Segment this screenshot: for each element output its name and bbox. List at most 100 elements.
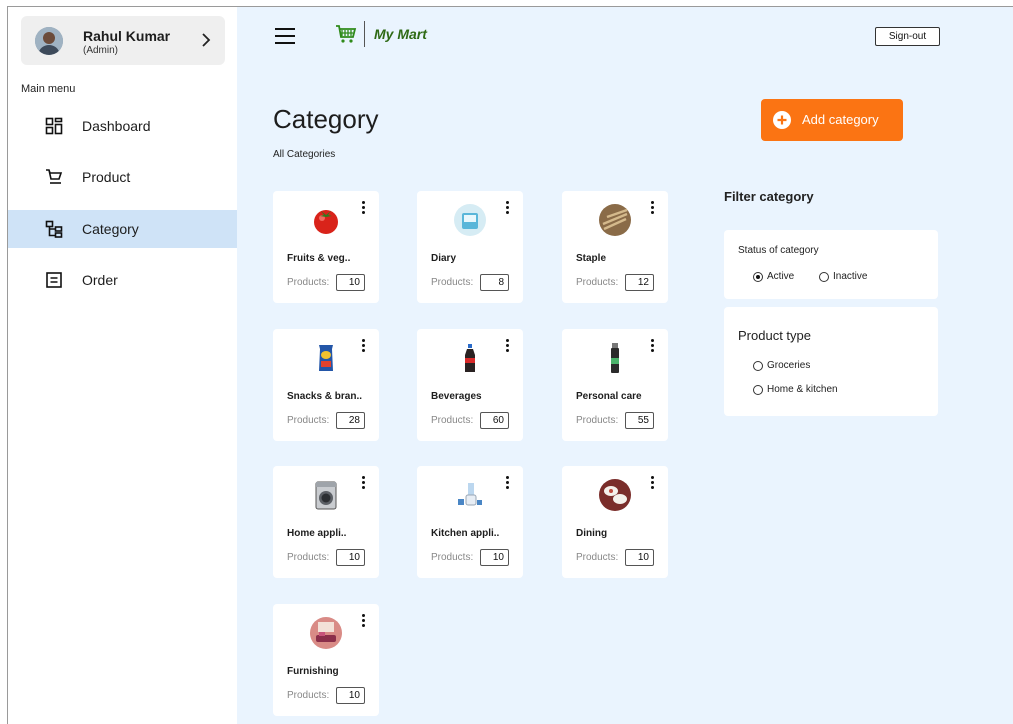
grain-thumbnail-icon — [599, 204, 631, 236]
soda-bottle-thumbnail-icon — [465, 344, 475, 372]
more-options-icon[interactable] — [361, 476, 367, 490]
product-count: 10 — [336, 687, 365, 704]
more-options-icon[interactable] — [650, 476, 656, 490]
category-card-snacks[interactable]: Snacks & bran.. Products: 28 — [273, 329, 379, 441]
avatar — [35, 27, 63, 55]
type-home-kitchen-radio[interactable]: Home & kitchen — [753, 384, 838, 395]
more-options-icon[interactable] — [361, 201, 367, 215]
sidebar-item-label: Dashboard — [82, 118, 151, 134]
chips-packet-thumbnail-icon — [319, 345, 333, 371]
product-count: 28 — [336, 412, 365, 429]
sidebar: Rahul Kumar (Admin) Main menu Dashboard … — [8, 7, 237, 724]
order-list-icon — [46, 272, 62, 288]
products-label: Products: — [287, 690, 330, 701]
category-card-diary[interactable]: Diary Products: 8 — [417, 191, 523, 303]
radio-unchecked-icon — [753, 360, 763, 371]
filter-heading: Filter category — [724, 189, 814, 204]
radio-unchecked-icon — [819, 271, 829, 282]
shopping-cart-logo-icon — [336, 25, 357, 43]
spray-can-thumbnail-icon — [611, 343, 619, 373]
milk-carton-thumbnail-icon — [454, 204, 486, 236]
sidebar-item-label: Product — [82, 169, 131, 185]
products-label: Products: — [576, 415, 619, 426]
user-profile-card[interactable]: Rahul Kumar (Admin) — [21, 16, 225, 65]
radio-checked-icon — [753, 271, 763, 282]
more-options-icon[interactable] — [505, 201, 511, 215]
more-options-icon[interactable] — [650, 201, 656, 215]
product-count: 10 — [336, 549, 365, 566]
products-label: Products: — [431, 552, 474, 563]
category-name: Kitchen appli.. — [431, 528, 500, 539]
product-count: 10 — [625, 549, 654, 566]
mixer-grinder-thumbnail-icon — [458, 483, 482, 506]
category-name: Dining — [576, 528, 608, 539]
category-card-kitchen-appliances[interactable]: Kitchen appli.. Products: 10 — [417, 466, 523, 578]
type-groceries-radio[interactable]: Groceries — [753, 360, 810, 371]
products-label: Products: — [287, 552, 330, 563]
product-count: 10 — [480, 549, 509, 566]
product-count: 12 — [625, 274, 654, 291]
radio-label: Home & kitchen — [767, 384, 838, 395]
product-type-filter-title: Product type — [738, 328, 811, 343]
products-label: Products: — [576, 277, 619, 288]
products-label: Products: — [287, 415, 330, 426]
category-card-beverages[interactable]: Beverages Products: 60 — [417, 329, 523, 441]
category-card-dining[interactable]: Dining Products: 10 — [562, 466, 668, 578]
main-content: My Mart Sign-out Category All Categories… — [237, 7, 1013, 724]
sign-out-button[interactable]: Sign-out — [875, 27, 940, 46]
radio-unchecked-icon — [753, 384, 763, 395]
sidebar-item-order[interactable]: Order — [8, 261, 237, 299]
add-category-button[interactable]: Add category — [761, 99, 903, 141]
category-card-personal-care[interactable]: Personal care Products: 55 — [562, 329, 668, 441]
category-card-fruits[interactable]: Fruits & veg.. Products: 10 — [273, 191, 379, 303]
category-name: Staple — [576, 253, 607, 264]
user-name: Rahul Kumar — [83, 28, 171, 44]
more-options-icon[interactable] — [505, 476, 511, 490]
category-name: Diary — [431, 253, 457, 264]
product-count: 10 — [336, 274, 365, 291]
user-role: (Admin) — [83, 45, 119, 56]
category-name: Beverages — [431, 391, 482, 402]
chevron-right-icon — [202, 33, 211, 47]
page-subtitle: All Categories — [273, 149, 336, 160]
sidebar-item-product[interactable]: Product — [8, 158, 237, 196]
sidebar-item-label: Order — [82, 272, 118, 288]
status-filter-panel: Status of category Active Inactive — [724, 230, 938, 299]
category-name: Home appli.. — [287, 528, 347, 539]
more-options-icon[interactable] — [650, 339, 656, 353]
more-options-icon[interactable] — [361, 614, 367, 628]
status-inactive-radio[interactable]: Inactive — [819, 271, 867, 282]
radio-label: Active — [767, 271, 795, 282]
sidebar-item-dashboard[interactable]: Dashboard — [8, 107, 237, 145]
dashboard-icon — [45, 117, 63, 135]
product-count: 8 — [480, 274, 509, 291]
menu-toggle-icon[interactable] — [275, 28, 295, 44]
brand-name: My Mart — [374, 26, 427, 42]
category-name: Furnishing — [287, 666, 339, 677]
radio-label: Groceries — [767, 360, 811, 371]
dining-plates-thumbnail-icon — [599, 479, 631, 511]
add-category-label: Add category — [802, 112, 879, 127]
category-card-staple[interactable]: Staple Products: 12 — [562, 191, 668, 303]
page-title: Category — [273, 104, 379, 134]
product-count: 60 — [480, 412, 509, 429]
product-type-filter-panel: Product type Groceries Home & kitchen — [724, 307, 938, 416]
more-options-icon[interactable] — [361, 339, 367, 353]
app-window: Rahul Kumar (Admin) Main menu Dashboard … — [7, 6, 1013, 724]
category-name: Snacks & bran.. — [287, 391, 363, 402]
washing-machine-thumbnail-icon — [315, 481, 337, 510]
sidebar-item-category[interactable]: Category — [8, 210, 237, 248]
category-card-furnishing[interactable]: Furnishing Products: 10 — [273, 604, 379, 716]
products-label: Products: — [431, 277, 474, 288]
products-label: Products: — [287, 277, 330, 288]
more-options-icon[interactable] — [505, 339, 511, 353]
products-label: Products: — [431, 415, 474, 426]
category-card-home-appliances[interactable]: Home appli.. Products: 10 — [273, 466, 379, 578]
status-active-radio[interactable]: Active — [753, 271, 794, 282]
tomato-thumbnail-icon — [314, 210, 338, 234]
radio-label: Inactive — [833, 271, 868, 282]
category-name: Personal care — [576, 391, 642, 402]
main-menu-heading: Main menu — [21, 83, 76, 95]
category-name: Fruits & veg.. — [287, 253, 351, 264]
furnishing-room-thumbnail-icon — [310, 617, 342, 649]
